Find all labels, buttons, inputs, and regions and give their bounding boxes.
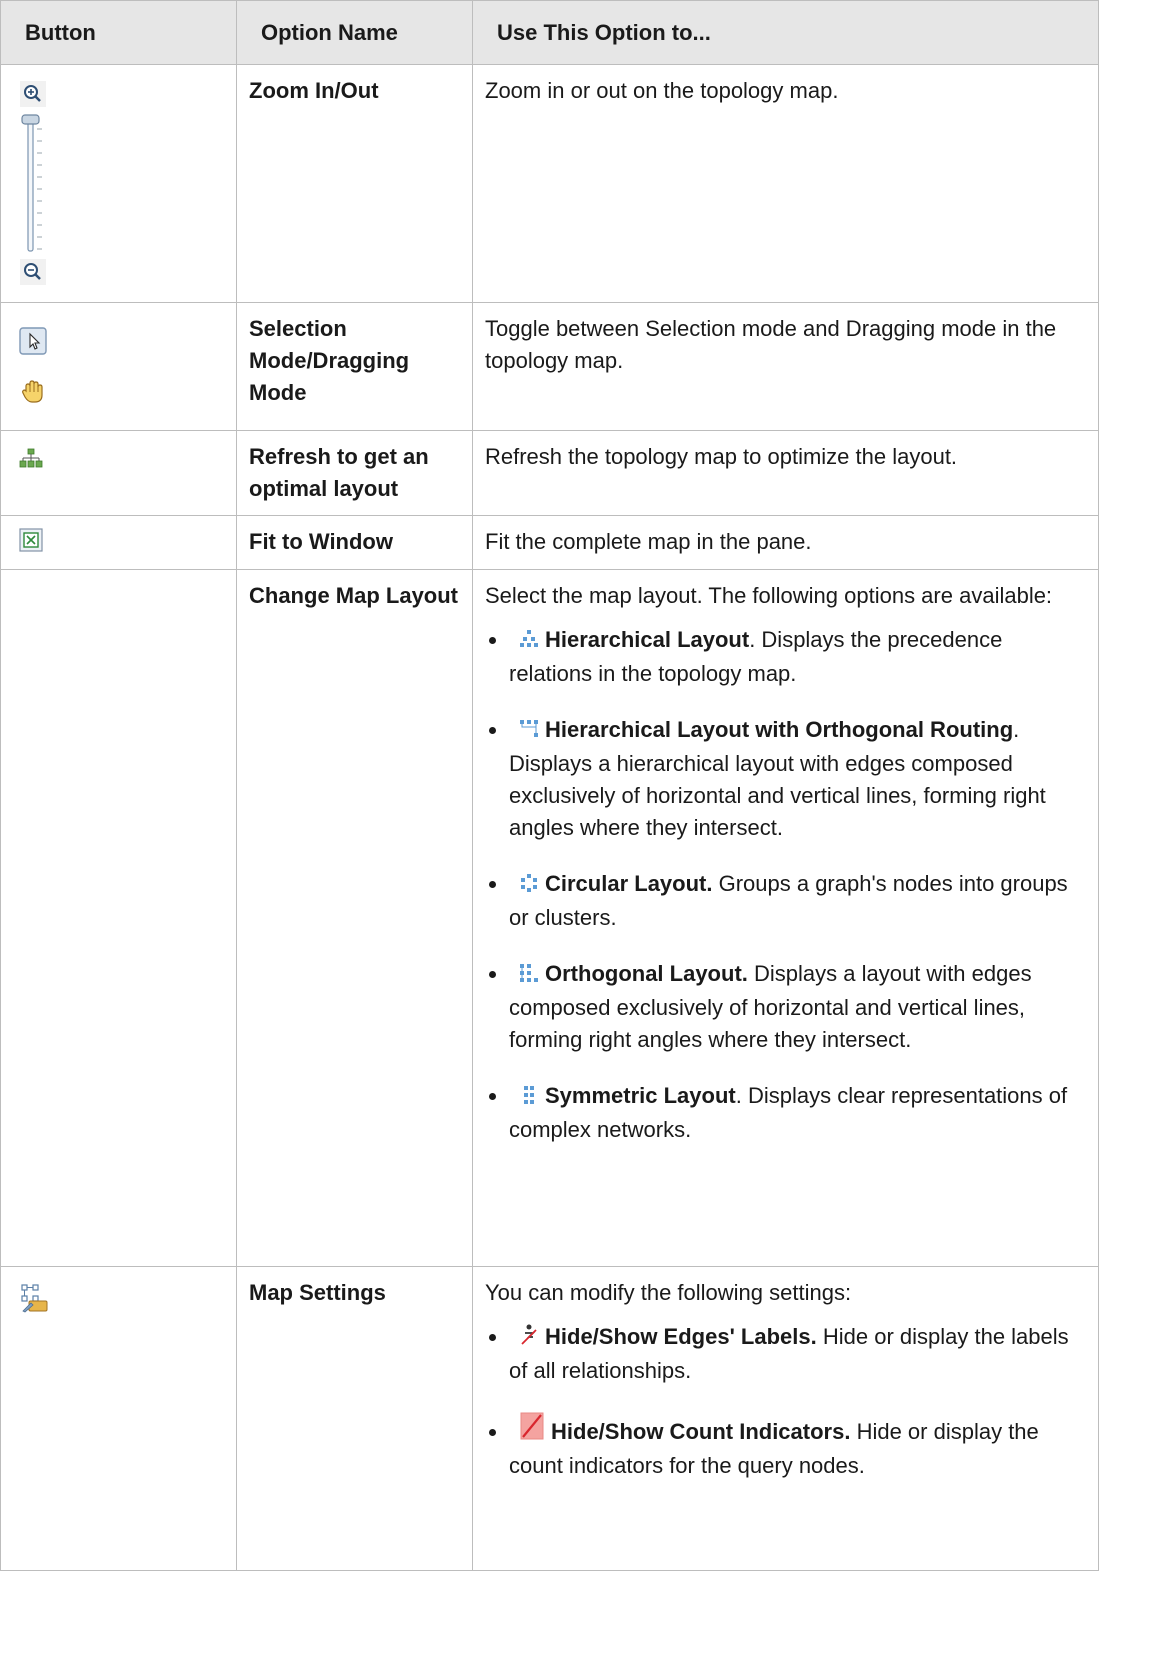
selection-pointer-icon[interactable] [19, 327, 230, 355]
symmetric-layout-icon [519, 1082, 539, 1114]
option-name: Change Map Layout [249, 583, 459, 608]
option-name: Fit to Window [249, 529, 393, 554]
option-name-cell: Change Map Layout [236, 569, 473, 1267]
header-option-name: Option Name [236, 0, 473, 65]
layout-options-list: Hierarchical Layout. Displays the preced… [485, 624, 1084, 1146]
zoom-in-icon[interactable] [20, 81, 46, 107]
item-title: Orthogonal Layout. [545, 961, 748, 986]
refresh-layout-icon[interactable] [19, 447, 230, 471]
list-item: Symmetric Layout. Displays clear represe… [509, 1080, 1084, 1146]
item-title: Hierarchical Layout with Orthogonal Rout… [545, 717, 1014, 742]
edge-labels-icon [519, 1323, 539, 1355]
option-description: Fit the complete map in the pane. [485, 529, 812, 554]
item-title: Symmetric Layout [545, 1083, 736, 1108]
button-cell [0, 515, 237, 570]
option-description: You can modify the following settings: [485, 1280, 852, 1305]
description-cell: Refresh the topology map to optimize the… [472, 430, 1099, 516]
description-cell: You can modify the following settings: H… [472, 1266, 1099, 1571]
fit-window-icon[interactable] [19, 528, 230, 552]
count-indicators-icon [519, 1411, 545, 1450]
list-item: Orthogonal Layout. Displays a layout wit… [509, 958, 1084, 1056]
options-table: Button Option Name Use This Option to... [0, 0, 1099, 1571]
settings-options-list: Hide/Show Edges' Labels. Hide or display… [485, 1321, 1084, 1482]
option-description: Toggle between Selection mode and Draggi… [485, 316, 1057, 373]
list-item: Hide/Show Count Indicators. Hide or disp… [509, 1411, 1084, 1482]
table-row: Fit to Window Fit the complete map in th… [0, 515, 1099, 570]
table-header-row: Button Option Name Use This Option to... [0, 0, 1099, 65]
map-settings-icon[interactable] [19, 1283, 230, 1313]
option-name: Map Settings [249, 1280, 386, 1305]
table-row: Change Map Layout Select the map layout.… [0, 569, 1099, 1267]
table-row: Selection Mode/Dragging Mode Toggle betw… [0, 302, 1099, 431]
description-cell: Zoom in or out on the topology map. [472, 64, 1099, 303]
item-title: Hierarchical Layout [545, 627, 750, 652]
item-title: Hide/Show Count Indicators. [551, 1419, 851, 1444]
option-name: Refresh to get an optimal layout [249, 444, 429, 501]
option-name: Selection Mode/Dragging Mode [249, 316, 410, 405]
description-cell: Toggle between Selection mode and Draggi… [472, 302, 1099, 431]
table-row: Map Settings You can modify the followin… [0, 1266, 1099, 1571]
button-cell [0, 430, 237, 516]
orthogonal-layout-icon [519, 960, 539, 992]
item-title: Hide/Show Edges' Labels. [545, 1324, 817, 1349]
item-title: Circular Layout. [545, 871, 713, 896]
circular-layout-icon [519, 870, 539, 902]
description-cell: Select the map layout. The following opt… [472, 569, 1099, 1267]
header-button: Button [0, 0, 237, 65]
hierarchical-layout-icon [519, 626, 539, 658]
button-cell [0, 569, 237, 1267]
table-row: Refresh to get an optimal layout Refresh… [0, 430, 1099, 516]
list-item: Hide/Show Edges' Labels. Hide or display… [509, 1321, 1084, 1387]
option-description: Zoom in or out on the topology map. [485, 78, 839, 103]
option-name-cell: Fit to Window [236, 515, 473, 570]
button-cell [0, 302, 237, 431]
list-item: Hierarchical Layout. Displays the preced… [509, 624, 1084, 690]
hand-drag-icon[interactable] [19, 377, 230, 405]
description-cell: Fit the complete map in the pane. [472, 515, 1099, 570]
header-use-this-option: Use This Option to... [472, 0, 1099, 65]
option-description: Select the map layout. The following opt… [485, 583, 1053, 608]
option-name-cell: Map Settings [236, 1266, 473, 1571]
orthogonal-routing-icon [519, 716, 539, 748]
table-row: Zoom In/Out Zoom in or out on the topolo… [0, 64, 1099, 303]
option-name-cell: Zoom In/Out [236, 64, 473, 303]
list-item: Circular Layout. Groups a graph's nodes … [509, 868, 1084, 934]
button-cell [0, 1266, 237, 1571]
button-cell [0, 64, 237, 303]
option-name-cell: Selection Mode/Dragging Mode [236, 302, 473, 431]
zoom-out-icon[interactable] [20, 259, 46, 285]
list-item: Hierarchical Layout with Orthogonal Rout… [509, 714, 1084, 844]
option-name: Zoom In/Out [249, 78, 379, 103]
option-name-cell: Refresh to get an optimal layout [236, 430, 473, 516]
zoom-slider[interactable] [19, 113, 47, 253]
option-description: Refresh the topology map to optimize the… [485, 444, 958, 469]
